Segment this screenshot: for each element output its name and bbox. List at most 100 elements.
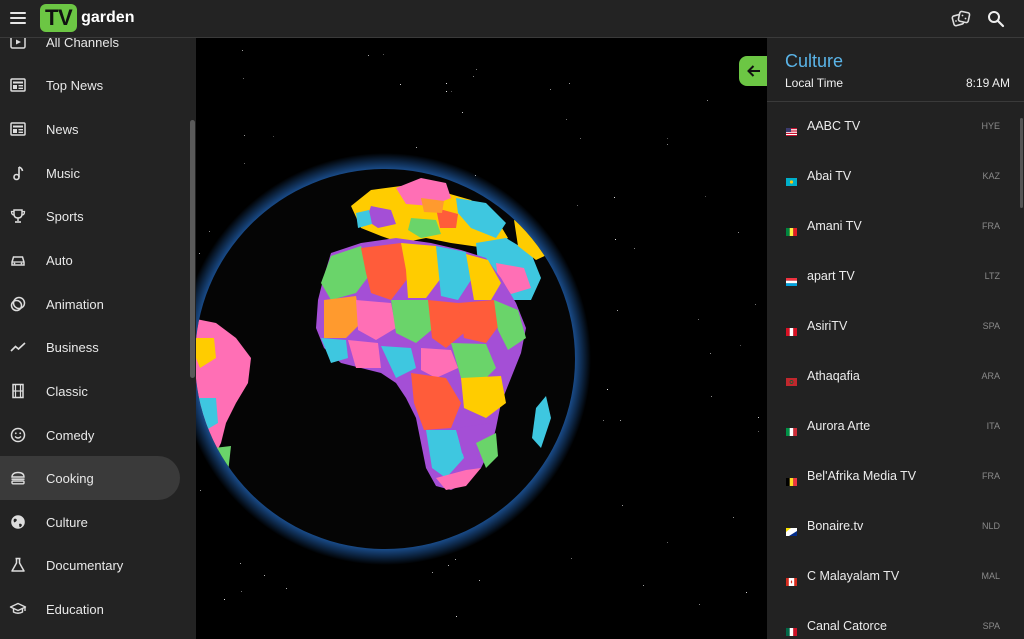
local-time-label: Local Time bbox=[785, 76, 844, 90]
channel-row[interactable]: Canal Catorce SPA bbox=[767, 602, 1019, 639]
logo-tv: TV bbox=[40, 4, 78, 32]
sidebar-item-news[interactable]: News bbox=[0, 107, 180, 151]
sidebar-item-music[interactable]: Music bbox=[0, 151, 180, 195]
sidebar-item-label: Education bbox=[46, 601, 104, 617]
category-sidebar: All Channels Top News News Music Sports … bbox=[0, 38, 196, 639]
channel-name: Aurora Arte bbox=[807, 419, 871, 433]
sidebar-item-label: Sports bbox=[46, 208, 84, 224]
sidebar-item-label: Classic bbox=[46, 383, 88, 399]
local-time-value: 8:19 AM bbox=[965, 76, 1010, 90]
sidebar-item-education[interactable]: Education bbox=[0, 587, 180, 631]
sidebar-item-label: All Channels bbox=[46, 38, 119, 50]
globe[interactable] bbox=[196, 38, 767, 639]
channel-language: SPA bbox=[982, 321, 1000, 331]
collapse-panel-button[interactable] bbox=[739, 56, 769, 86]
channel-language: ITA bbox=[986, 421, 1000, 431]
burger-icon bbox=[9, 469, 27, 487]
sidebar-item-label: News bbox=[46, 121, 79, 137]
channel-name: AABC TV bbox=[807, 119, 861, 133]
sidebar-item-classic[interactable]: Classic bbox=[0, 369, 180, 413]
graduation-cap-icon bbox=[9, 600, 27, 618]
channel-name: Canal Catorce bbox=[807, 619, 887, 633]
channel-name: Bel'Afrika Media TV bbox=[807, 469, 917, 483]
sidebar-item-label: Cooking bbox=[46, 470, 94, 486]
sidebar-item-culture[interactable]: Culture bbox=[0, 500, 180, 544]
channel-name: Abai TV bbox=[807, 169, 852, 183]
sidebar-item-animation[interactable]: Animation bbox=[0, 282, 180, 326]
channel-language: HYE bbox=[981, 121, 1000, 131]
logo[interactable]: TV garden bbox=[40, 4, 134, 32]
search-icon[interactable] bbox=[986, 9, 1006, 29]
channel-name: apart TV bbox=[807, 269, 855, 283]
flag-mx-icon bbox=[786, 623, 797, 636]
app-header: TV garden bbox=[0, 0, 1024, 38]
sidebar-scrollbar[interactable] bbox=[190, 120, 195, 378]
sidebar-item-sports[interactable]: Sports bbox=[0, 194, 180, 238]
channel-row[interactable]: AABC TV HYE bbox=[767, 102, 1019, 152]
sidebar-item-cooking[interactable]: Cooking bbox=[0, 456, 180, 500]
newspaper-icon bbox=[9, 76, 27, 94]
trophy-icon bbox=[9, 207, 27, 225]
channel-name: Athaqafia bbox=[807, 369, 860, 383]
flask-icon bbox=[9, 556, 27, 574]
globe-icon bbox=[9, 513, 27, 531]
sidebar-item-label: Comedy bbox=[46, 427, 95, 443]
channel-row[interactable]: Bonaire.tv NLD bbox=[767, 502, 1019, 552]
flag-pe-icon bbox=[786, 323, 797, 336]
random-channel-icon[interactable] bbox=[951, 9, 971, 29]
channel-language: LTZ bbox=[984, 271, 1000, 281]
film-icon bbox=[9, 382, 27, 400]
music-note-icon bbox=[9, 164, 27, 182]
channel-row[interactable]: Athaqafia ARA bbox=[767, 352, 1019, 402]
channel-row[interactable]: Bel'Afrika Media TV FRA bbox=[767, 452, 1019, 502]
menu-icon[interactable] bbox=[10, 12, 26, 24]
sidebar-item-label: Documentary bbox=[46, 557, 124, 573]
channel-language: KAZ bbox=[982, 171, 1000, 181]
sidebar-item-comedy[interactable]: Comedy bbox=[0, 413, 180, 457]
sidebar-item-label: Business bbox=[46, 339, 99, 355]
sidebar-item-label: Music bbox=[46, 165, 80, 181]
channel-language: FRA bbox=[982, 221, 1000, 231]
flag-bq-icon bbox=[786, 523, 797, 536]
channel-row[interactable]: Abai TV KAZ bbox=[767, 152, 1019, 202]
channel-language: NLD bbox=[981, 521, 1000, 531]
flag-kz-icon bbox=[786, 173, 797, 186]
channel-row[interactable]: Aurora Arte ITA bbox=[767, 402, 1019, 452]
globe-view[interactable] bbox=[196, 38, 767, 639]
channel-row[interactable]: C Malayalam TV MAL bbox=[767, 552, 1019, 602]
channel-language: ARA bbox=[981, 371, 1000, 381]
panel-title: Culture bbox=[785, 51, 844, 71]
sidebar-item-business[interactable]: Business bbox=[0, 325, 180, 369]
channel-language: FRA bbox=[982, 471, 1000, 481]
channel-language: MAL bbox=[981, 571, 1000, 581]
car-icon bbox=[9, 251, 27, 269]
flag-be-icon bbox=[786, 473, 797, 486]
sidebar-item-label: Auto bbox=[46, 252, 73, 268]
channel-row[interactable]: AsiriTV SPA bbox=[767, 302, 1019, 352]
channel-language: SPA bbox=[982, 621, 1000, 631]
panel-scrollbar[interactable] bbox=[1020, 118, 1023, 208]
animation-icon bbox=[9, 295, 27, 313]
flag-us-icon bbox=[786, 123, 797, 136]
flag-ca-icon bbox=[786, 573, 797, 586]
sidebar-item-documentary[interactable]: Documentary bbox=[0, 543, 180, 587]
sidebar-item-label: Animation bbox=[46, 296, 104, 312]
sidebar-item-all-channels[interactable]: All Channels bbox=[0, 38, 180, 64]
newspaper-icon bbox=[9, 120, 27, 138]
sidebar-item-auto[interactable]: Auto bbox=[0, 238, 180, 282]
channel-name: Bonaire.tv bbox=[807, 519, 864, 533]
flag-lu-icon bbox=[786, 273, 797, 286]
flag-ma-icon bbox=[786, 373, 797, 386]
arrow-left-icon bbox=[747, 65, 760, 77]
channel-panel: Culture Local Time 8:19 AM AABC TV HYE A… bbox=[767, 38, 1024, 639]
play-box-icon bbox=[9, 38, 27, 51]
flag-it-icon bbox=[786, 423, 797, 436]
panel-header: Culture Local Time 8:19 AM bbox=[767, 38, 1024, 102]
channel-name: Amani TV bbox=[807, 219, 862, 233]
sidebar-item-top-news[interactable]: Top News bbox=[0, 63, 180, 107]
channel-row[interactable]: Amani TV FRA bbox=[767, 202, 1019, 252]
channel-name: AsiriTV bbox=[807, 319, 848, 333]
trend-icon bbox=[9, 338, 27, 356]
channel-row[interactable]: apart TV LTZ bbox=[767, 252, 1019, 302]
channel-name: C Malayalam TV bbox=[807, 569, 900, 583]
